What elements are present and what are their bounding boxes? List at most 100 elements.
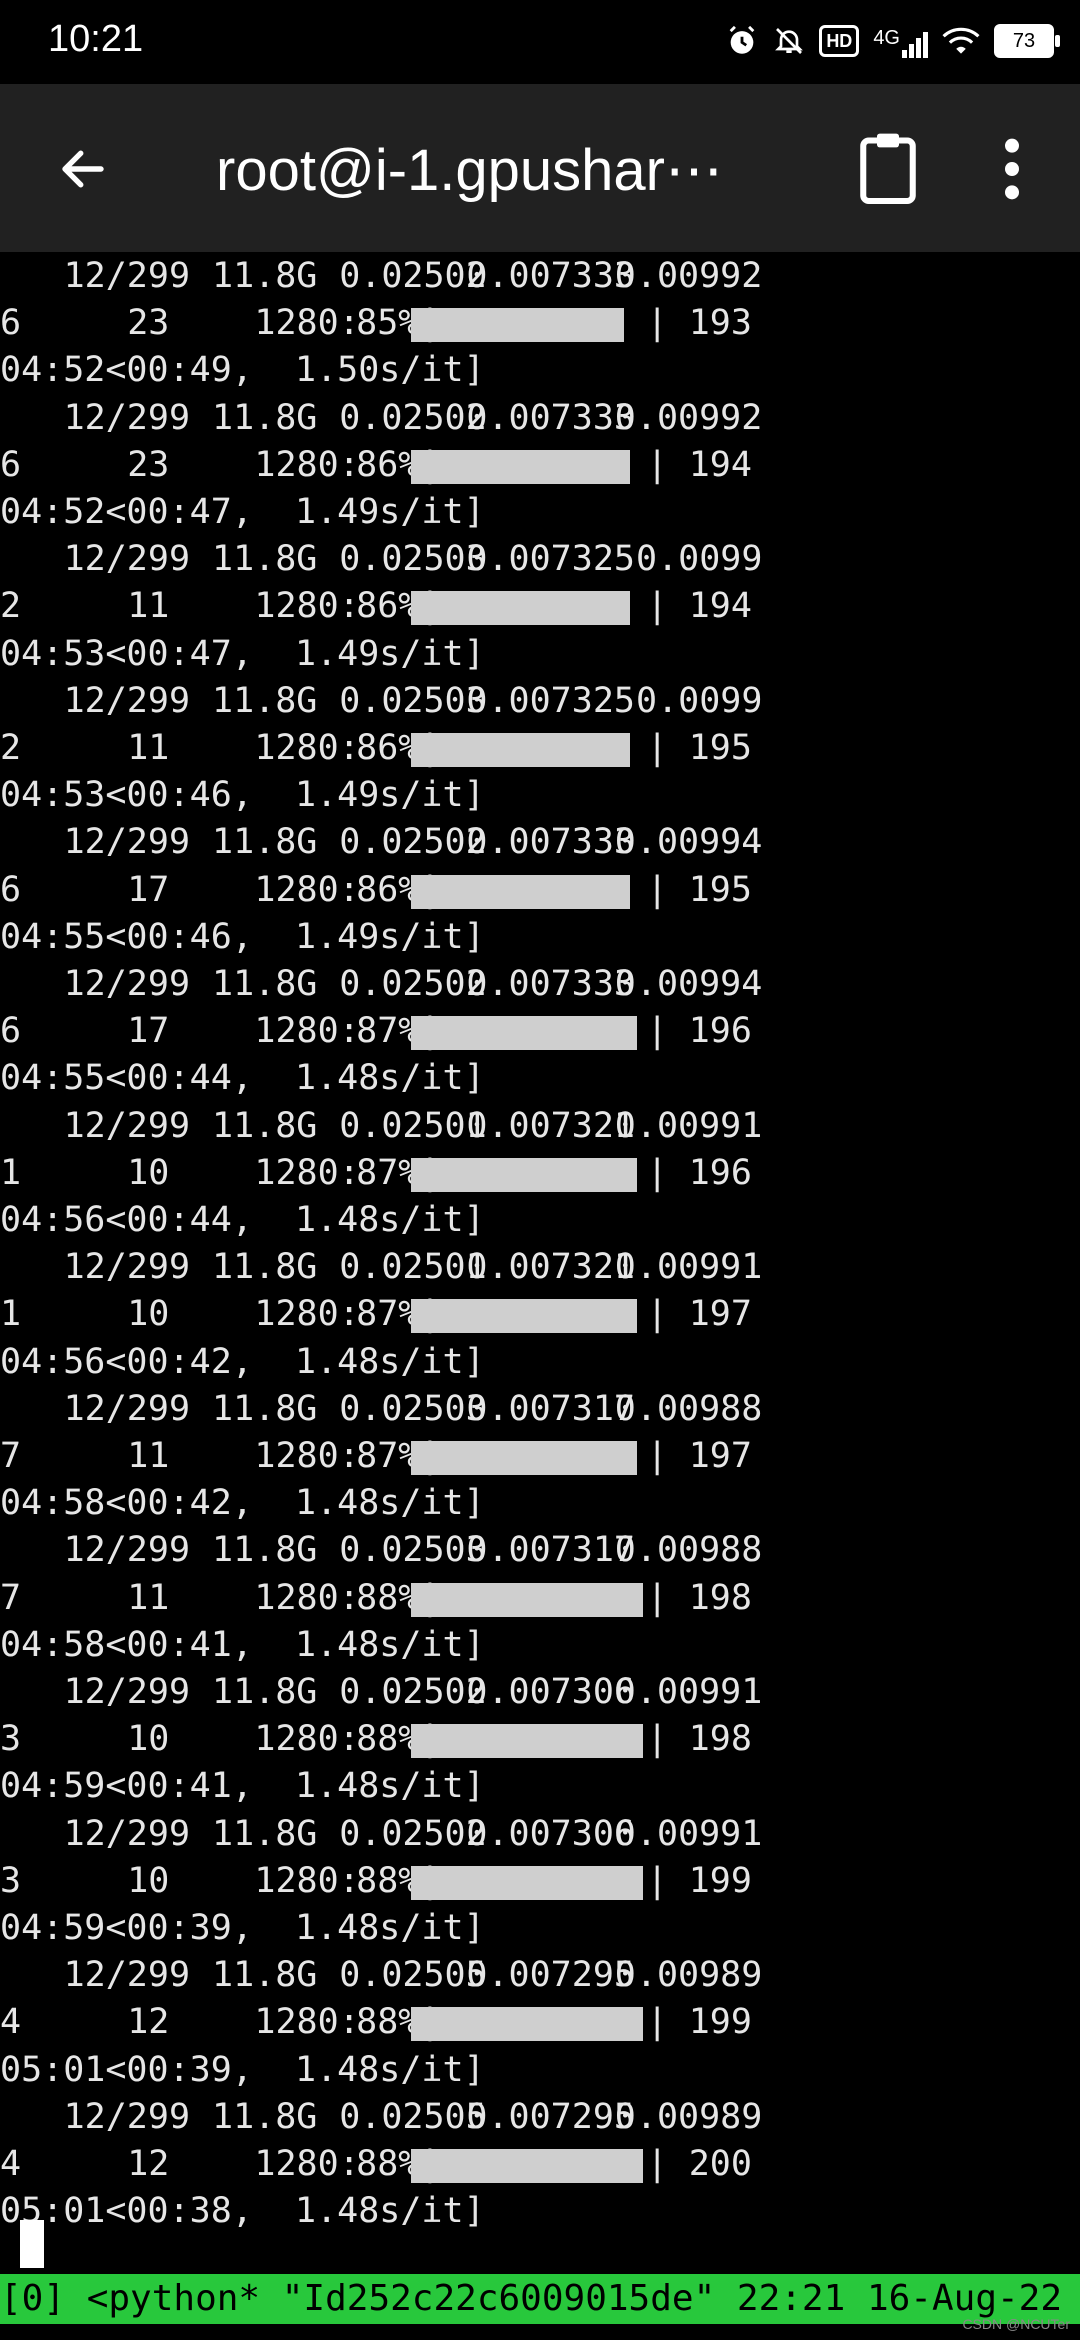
terminal-line-timing: 04:55<00:46, 1.49s/it] — [0, 914, 1080, 961]
back-button[interactable] — [50, 136, 116, 202]
terminal-line-metrics: 12/299 11.8G 0.02503 0.007325 0.0099 — [0, 536, 1080, 583]
timing-value: 04:52<00:49, 1.50s/it] — [0, 350, 485, 391]
img-size-value: 1280: — [254, 1011, 360, 1052]
epoch-value: 12/299 — [63, 822, 191, 863]
instances-value: 17 — [127, 1011, 170, 1052]
epoch-value: 12/299 — [63, 1105, 191, 1146]
terminal-line-timing: 04:59<00:41, 1.48s/it] — [0, 1763, 1080, 1810]
epoch-value: 12/299 — [63, 1247, 191, 1288]
terminal-line-timing: 04:52<00:49, 1.50s/it] — [0, 347, 1080, 394]
more-vert-icon — [1005, 138, 1019, 200]
img-size-value: 1280: — [254, 2002, 360, 2043]
instances-value: 11 — [127, 586, 170, 627]
timing-value: 04:52<00:47, 1.49s/it] — [0, 492, 485, 532]
epoch-value: 12/299 — [63, 680, 191, 721]
terminal-line-timing: 04:58<00:41, 1.48s/it] — [0, 1622, 1080, 1669]
iteration-count: | 197 — [646, 1294, 752, 1335]
timing-value: 04:55<00:44, 1.48s/it] — [0, 1058, 485, 1099]
iteration-count: | 199 — [646, 1860, 752, 1901]
box-loss-value: 0.02502 — [339, 1813, 487, 1854]
cls-loss-value: 0.00991 — [614, 1813, 763, 1854]
progress-bar — [411, 2007, 644, 2042]
cls-loss-value: 0.00989 — [614, 1955, 763, 1996]
terminal-line-progress: 6 17 1280: 86%| | 195 — [0, 867, 1080, 914]
progress-bar — [411, 733, 631, 767]
terminal-cursor — [20, 2220, 44, 2268]
terminal-line-metrics: 12/299 11.8G 0.02505 0.007295 0.00989 — [0, 2094, 1080, 2141]
iteration-count: | 200 — [646, 2144, 752, 2184]
terminal-line-progress: 2 11 1280: 86%| | 195 — [0, 725, 1080, 772]
terminal-line-progress: 6 23 1280: 85%| | 193 — [0, 300, 1080, 347]
instances-value: 11 — [127, 1577, 170, 1618]
cls-loss-wrap: 7 — [0, 1577, 22, 1618]
clipboard-icon — [860, 133, 916, 205]
cls-loss-wrap: 2 — [0, 586, 22, 627]
cls-loss-wrap: 1 — [0, 1152, 22, 1193]
instances-value: 11 — [127, 728, 170, 768]
more-options-button[interactable] — [992, 134, 1032, 204]
gpu-mem-value: 11.8G — [212, 539, 318, 580]
signal-icon: 4G — [873, 24, 928, 58]
progress-bar — [411, 1582, 644, 1617]
iteration-count: | 195 — [646, 869, 752, 910]
cls-loss-wrap: 1 — [0, 1294, 22, 1335]
progress-bar — [411, 1724, 644, 1759]
cls-loss-value: 0.00994 — [614, 822, 763, 863]
terminal-line-progress: 1 10 1280: 87%| | 196 — [0, 1150, 1080, 1197]
obj-loss-value: 0.007325 — [466, 539, 635, 580]
img-size-value: 1280: — [254, 728, 360, 768]
epoch-value: 12/299 — [63, 1388, 191, 1429]
cls-loss-value: 0.00989 — [614, 2096, 763, 2137]
progress-bar — [411, 591, 631, 626]
iteration-count: | 196 — [646, 1152, 752, 1193]
progress-bar — [411, 308, 624, 343]
cls-loss-wrap: 4 — [0, 2002, 22, 2043]
gpu-mem-value: 11.8G — [212, 964, 318, 1004]
cls-loss-value: 0.0099 — [636, 539, 763, 580]
epoch-value: 12/299 — [63, 256, 191, 296]
clipboard-button[interactable] — [855, 128, 921, 208]
instances-value: 23 — [127, 303, 170, 344]
img-size-value: 1280: — [254, 1152, 360, 1193]
obj-loss-value: 0.007333 — [466, 964, 635, 1004]
epoch-value: 12/299 — [63, 1530, 191, 1571]
instances-value: 17 — [127, 869, 170, 910]
terminal-line-timing: 04:53<00:47, 1.49s/it] — [0, 631, 1080, 678]
cls-loss-wrap: 6 — [0, 303, 22, 344]
wifi-icon — [942, 27, 980, 54]
terminal-output[interactable]: 12/299 11.8G 0.02502 0.007333 0.00992 6 23 1280… — [0, 252, 1080, 2272]
cls-loss-value: 0.00991 — [614, 1247, 763, 1288]
img-size-value: 1280: — [254, 1860, 360, 1901]
progress-bar — [411, 449, 631, 484]
epoch-value: 12/299 — [63, 1813, 191, 1854]
obj-loss-value: 0.007333 — [466, 256, 635, 296]
cls-loss-value: 0.00991 — [614, 1105, 763, 1146]
box-loss-value: 0.02502 — [339, 964, 487, 1004]
cls-loss-wrap: 3 — [0, 1860, 22, 1901]
box-loss-value: 0.02503 — [339, 539, 487, 580]
iteration-count: | 198 — [646, 1719, 752, 1760]
epoch-value: 12/299 — [63, 964, 191, 1004]
obj-loss-value: 0.007321 — [466, 1247, 635, 1288]
epoch-value: 12/299 — [63, 2096, 191, 2137]
terminal-line-metrics: 12/299 11.8G 0.02502 0.007333 0.00992 — [0, 395, 1080, 442]
status-time: 10:21 — [48, 18, 144, 60]
terminal-line-metrics: 12/299 11.8G 0.02501 0.007321 0.00991 — [0, 1103, 1080, 1150]
cls-loss-wrap: 2 — [0, 728, 22, 768]
progress-bar — [411, 1865, 644, 1900]
img-size-value: 1280: — [254, 1436, 360, 1476]
terminal-line-metrics: 12/299 11.8G 0.02503 0.007325 0.0099 — [0, 678, 1080, 725]
terminal-line-timing: 04:56<00:44, 1.48s/it] — [0, 1197, 1080, 1244]
instances-value: 12 — [127, 2002, 170, 2043]
instances-value: 10 — [127, 1719, 170, 1760]
cls-loss-wrap: 7 — [0, 1436, 22, 1476]
box-loss-value: 0.02503 — [339, 1388, 487, 1429]
epoch-value: 12/299 — [63, 1955, 191, 1996]
gpu-mem-value: 11.8G — [212, 1955, 318, 1996]
alarm-icon — [729, 25, 755, 54]
iteration-count: | 195 — [646, 728, 752, 768]
timing-value: 04:59<00:39, 1.48s/it] — [0, 1908, 485, 1948]
terminal-line-timing: 04:52<00:47, 1.49s/it] — [0, 489, 1080, 536]
box-loss-value: 0.02503 — [339, 680, 487, 721]
terminal-line-metrics: 12/299 11.8G 0.02502 0.007306 0.00991 — [0, 1669, 1080, 1716]
